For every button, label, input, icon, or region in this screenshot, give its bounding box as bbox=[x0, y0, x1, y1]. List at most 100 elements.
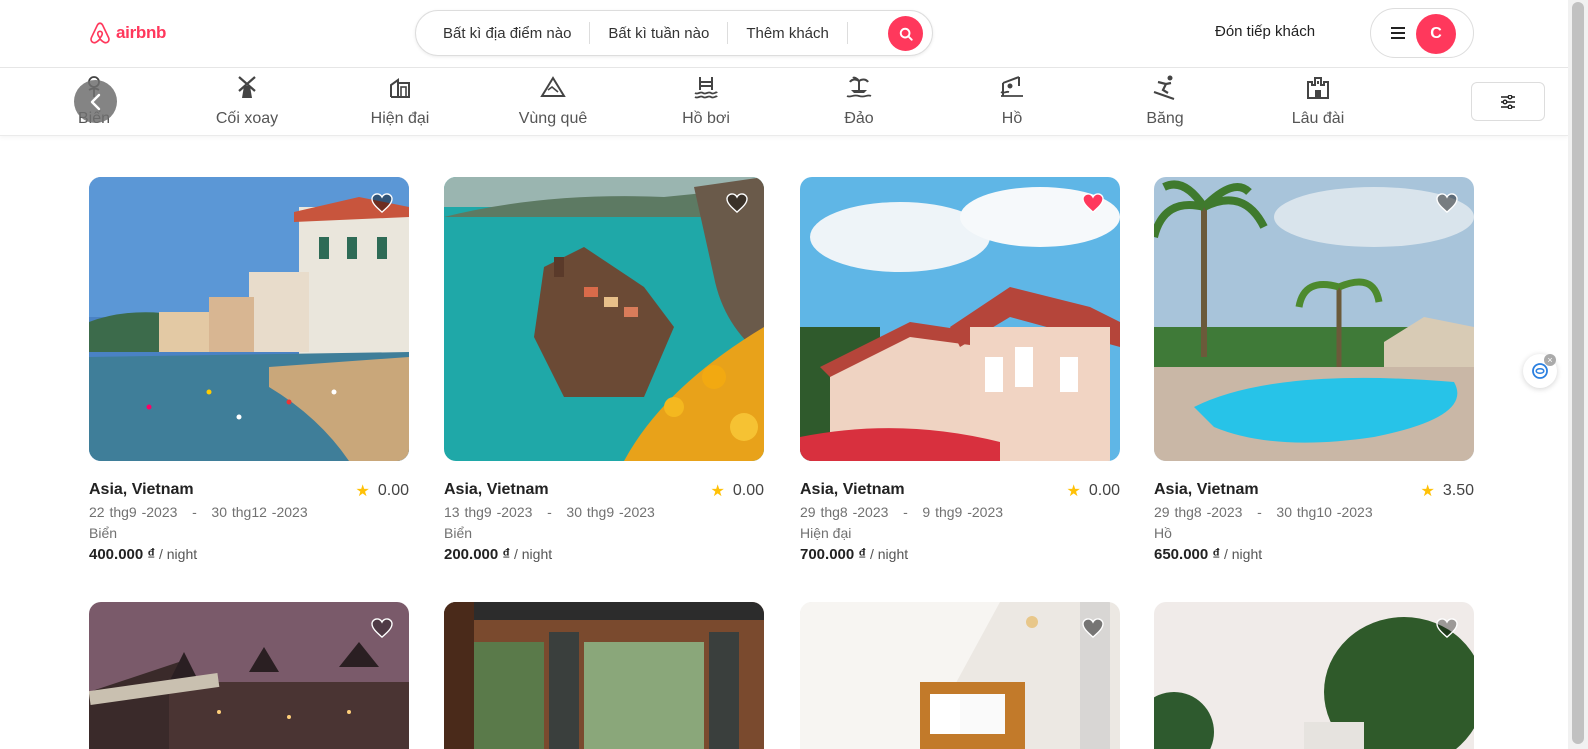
listing-dates: 29 thg8 -2023 - 9 thg9 -2023 bbox=[800, 504, 1004, 520]
star-icon: ★ bbox=[1066, 483, 1081, 500]
listing-photo-pool-resort bbox=[1154, 177, 1474, 461]
listing-image[interactable] bbox=[800, 177, 1120, 461]
category-countryside[interactable]: Vùng quê bbox=[493, 72, 613, 128]
logo-text: airbnb bbox=[116, 23, 167, 42]
user-menu-button[interactable]: C bbox=[1370, 8, 1474, 58]
chevron-left-icon bbox=[90, 93, 100, 110]
page-scrollbar[interactable] bbox=[1568, 0, 1588, 749]
menu-icon bbox=[1391, 24, 1405, 42]
windmill-icon bbox=[187, 72, 307, 102]
search-who[interactable]: Thêm khách bbox=[728, 25, 847, 42]
category-pool[interactable]: Hồ bơi bbox=[646, 72, 766, 128]
favorite-heart-icon-active[interactable] bbox=[1082, 193, 1104, 213]
price-amount: 200.000 ₫ bbox=[444, 546, 511, 563]
favorite-heart-icon[interactable] bbox=[1082, 618, 1104, 638]
listing-price: 700.000 ₫ / night bbox=[800, 546, 1120, 563]
filter-button[interactable] bbox=[1471, 82, 1545, 121]
category-castle[interactable]: Lâu đài bbox=[1258, 72, 1378, 128]
listing-card[interactable] bbox=[89, 602, 409, 749]
listing-photo-cabin-window bbox=[444, 602, 764, 749]
rating-value: 0.00 bbox=[377, 482, 409, 499]
favorite-heart-icon[interactable] bbox=[371, 618, 393, 638]
price-unit: / night bbox=[1220, 546, 1263, 562]
search-button[interactable] bbox=[888, 16, 923, 51]
listing-price: 650.000 ₫ / night bbox=[1154, 546, 1474, 563]
category-lake[interactable]: Hồ bbox=[952, 72, 1072, 128]
top-header: airbnb Bất kì địa điểm nào Bất kì tuần n… bbox=[0, 0, 1568, 68]
category-label: Hồ bbox=[1001, 110, 1023, 127]
listing-card[interactable]: Asia, Vietnam ★ 0.00 29 thg8 -2023 - 9 th… bbox=[800, 177, 1120, 563]
price-unit: / night bbox=[866, 546, 909, 562]
listing-type: Biển bbox=[89, 525, 118, 541]
listing-dates: 13 thg9 -2023 - 30 thg9 -2023 bbox=[444, 504, 655, 520]
favorite-heart-icon[interactable] bbox=[1436, 193, 1458, 213]
rating-value: 0.00 bbox=[732, 482, 764, 499]
countryside-icon bbox=[493, 72, 613, 102]
listing-rating: ★ 0.00 bbox=[711, 481, 764, 501]
listing-photo-beach-town bbox=[89, 177, 409, 461]
filter-sliders-icon bbox=[1501, 94, 1515, 109]
rating-value: 3.50 bbox=[1442, 482, 1474, 499]
listing-price: 400.000 ₫ / night bbox=[89, 546, 409, 563]
listing-type: Biển bbox=[444, 525, 473, 541]
listing-price: 200.000 ₫ / night bbox=[444, 546, 764, 563]
become-host-link[interactable]: Đón tiếp khách bbox=[1215, 23, 1315, 40]
listing-card[interactable]: Asia, Vietnam ★ 0.00 13 thg9 -2023 - 30 t… bbox=[444, 177, 764, 563]
price-unit: / night bbox=[155, 546, 198, 562]
listing-image[interactable] bbox=[89, 177, 409, 461]
listing-card[interactable] bbox=[1154, 602, 1474, 749]
extension-close-icon[interactable]: × bbox=[1544, 354, 1556, 366]
listing-rating: ★ 0.00 bbox=[1067, 481, 1120, 501]
listing-card[interactable]: Asia, Vietnam ★ 3.50 29 thg8 -2023 - 30 t… bbox=[1154, 177, 1474, 563]
listing-card[interactable] bbox=[444, 602, 764, 749]
category-label: Hiện đại bbox=[370, 110, 430, 127]
listing-photo-tree bbox=[1154, 602, 1474, 749]
search-where[interactable]: Bất kì địa điểm nào bbox=[416, 25, 589, 42]
modern-house-icon bbox=[340, 72, 460, 102]
listing-image[interactable] bbox=[1154, 602, 1474, 749]
listing-card[interactable] bbox=[800, 602, 1120, 749]
search-when[interactable]: Bất kì tuần nào bbox=[590, 25, 727, 42]
listing-image[interactable] bbox=[444, 177, 764, 461]
star-icon: ★ bbox=[1420, 483, 1435, 500]
search-bar[interactable]: Bất kì địa điểm nào Bất kì tuần nào Thêm… bbox=[415, 10, 933, 56]
listing-dates: 22 thg9 -2023 - 30 thg12 -2023 bbox=[89, 504, 308, 520]
category-label: Lâu đài bbox=[1291, 110, 1345, 127]
listing-photo-bedroom bbox=[800, 602, 1120, 749]
airbnb-logo[interactable]: airbnb bbox=[88, 20, 166, 46]
listing-image[interactable] bbox=[1154, 177, 1474, 461]
category-modern[interactable]: Hiện đại bbox=[340, 72, 460, 128]
category-label: Đảo bbox=[844, 110, 874, 127]
category-bar: Biển Cối xoay Hiện đại Vùng quê Hồ bơi Đ… bbox=[0, 68, 1568, 136]
favorite-heart-icon[interactable] bbox=[726, 193, 748, 213]
category-island[interactable]: Đảo bbox=[799, 72, 919, 128]
rating-value: 0.00 bbox=[1088, 482, 1120, 499]
island-icon bbox=[799, 72, 919, 102]
category-label: Hồ bơi bbox=[682, 110, 730, 127]
listing-image[interactable] bbox=[800, 602, 1120, 749]
star-icon: ★ bbox=[710, 483, 725, 500]
category-ski[interactable]: Băng bbox=[1105, 72, 1225, 128]
category-label: Băng bbox=[1146, 110, 1184, 127]
search-icon bbox=[899, 27, 913, 41]
star-icon: ★ bbox=[355, 483, 370, 500]
listing-card[interactable]: Asia, Vietnam ★ 0.00 22 thg9 -2023 - 30 t… bbox=[89, 177, 409, 563]
category-label: Cối xoay bbox=[215, 110, 279, 127]
ski-icon bbox=[1105, 72, 1225, 102]
scrollbar-thumb[interactable] bbox=[1572, 2, 1584, 744]
category-windmill[interactable]: Cối xoay bbox=[187, 72, 307, 128]
category-label: Vùng quê bbox=[518, 110, 588, 127]
pool-icon bbox=[646, 72, 766, 102]
lake-icon bbox=[952, 72, 1072, 102]
airbnb-logo-icon bbox=[90, 22, 110, 44]
listing-type: Hồ bbox=[1154, 525, 1172, 541]
listing-dates: 29 thg8 -2023 - 30 thg10 -2023 bbox=[1154, 504, 1373, 520]
category-prev-button[interactable] bbox=[74, 80, 117, 123]
listing-photo-villa bbox=[800, 177, 1120, 461]
listing-image[interactable] bbox=[444, 602, 764, 749]
favorite-heart-icon[interactable] bbox=[1436, 618, 1458, 638]
listing-image[interactable] bbox=[89, 602, 409, 749]
favorite-heart-icon[interactable] bbox=[371, 193, 393, 213]
castle-icon bbox=[1258, 72, 1378, 102]
listing-photo-cliff-village bbox=[444, 177, 764, 461]
